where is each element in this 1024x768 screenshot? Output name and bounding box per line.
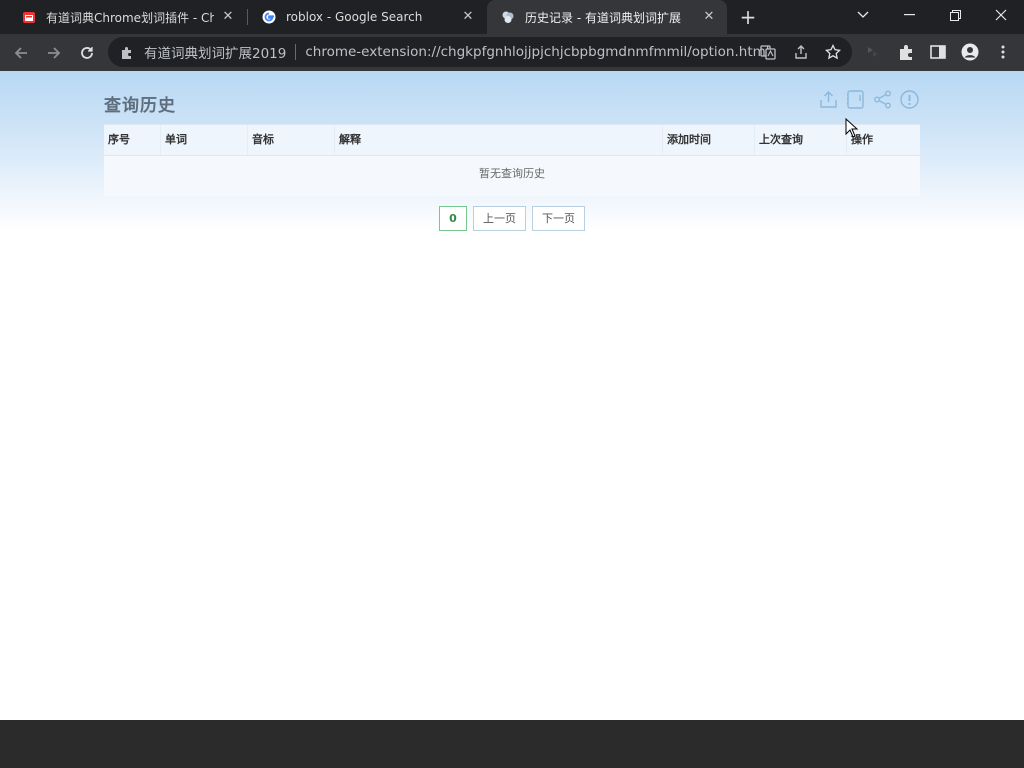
info-icon[interactable] — [899, 89, 920, 110]
column-header-phonetic: 音标 — [248, 125, 335, 155]
export-upload-icon[interactable] — [818, 89, 839, 110]
next-page-button[interactable]: 下一页 — [532, 206, 585, 231]
tab-strip: 有道词典Chrome划词插件 - Chro ✕ roblox - Google … — [0, 0, 1024, 34]
column-header-added-time: 添加时间 — [663, 125, 755, 155]
mouse-cursor-icon — [845, 117, 859, 138]
forward-arrow-icon[interactable] — [41, 40, 67, 66]
side-panel-icon[interactable] — [929, 43, 947, 61]
tab-close-icon[interactable]: ✕ — [701, 9, 717, 25]
url-text[interactable]: chrome-extension://chgkpfgnhlojjpjchjcbp… — [305, 44, 769, 60]
extension-puzzle-icon — [120, 45, 134, 59]
tab-close-icon[interactable]: ✕ — [460, 9, 476, 25]
extension-favicon-icon — [501, 10, 515, 24]
youdao-extension-icon[interactable] — [864, 43, 882, 61]
profile-avatar-icon[interactable] — [961, 43, 979, 61]
bookmark-star-icon[interactable] — [824, 43, 842, 60]
tab-youdao-plugin[interactable]: 有道词典Chrome划词插件 - Chro ✕ — [8, 0, 246, 34]
site-name: 有道词典划词扩展2019 — [144, 46, 287, 62]
column-header-index: 序号 — [104, 125, 161, 155]
share-nodes-icon[interactable] — [872, 89, 893, 110]
google-favicon-icon — [262, 10, 276, 24]
pagination: 0 上一页 下一页 — [439, 206, 585, 231]
tab-search-chevron-icon[interactable] — [840, 0, 886, 30]
new-tab-plus-icon[interactable]: + — [736, 5, 760, 29]
column-header-last-query: 上次查询 — [755, 125, 847, 155]
empty-history-message: 暂无查询历史 — [104, 156, 920, 196]
restore-icon[interactable] — [932, 0, 978, 30]
tab-close-icon[interactable]: ✕ — [220, 9, 236, 25]
close-window-icon[interactable] — [978, 0, 1024, 30]
column-header-word: 单词 — [161, 125, 248, 155]
minimize-icon[interactable] — [886, 0, 932, 30]
column-header-definition: 解释 — [335, 125, 663, 155]
extensions-puzzle-icon[interactable] — [897, 43, 915, 61]
notebook-icon[interactable] — [845, 89, 866, 110]
translate-icon[interactable] — [760, 44, 776, 60]
history-table: 序号 单词 音标 解释 添加时间 上次查询 操作 暂无查询历史 — [104, 124, 920, 196]
tab-title: 有道词典Chrome划词插件 - Chro — [46, 10, 214, 25]
page-viewport: 查询历史 序号 单词 音标 解释 添加时间 上次查询 操作 暂无查询历史 0 上… — [0, 71, 1024, 720]
share-icon[interactable] — [793, 44, 809, 60]
tab-google-search[interactable]: roblox - Google Search ✕ — [248, 0, 486, 34]
tab-title: 历史记录 - 有道词典划词扩展 — [525, 10, 681, 25]
prev-page-button[interactable]: 上一页 — [473, 206, 526, 231]
current-page-indicator[interactable]: 0 — [439, 206, 467, 231]
browser-toolbar: 有道词典划词扩展2019 chrome-extension://chgkpfgn… — [0, 34, 1024, 71]
tab-title: roblox - Google Search — [286, 10, 423, 24]
youdao-favicon-icon — [22, 10, 36, 24]
page-title: 查询历史 — [104, 96, 176, 116]
address-bar[interactable]: 有道词典划词扩展2019 chrome-extension://chgkpfgn… — [108, 37, 852, 67]
reload-icon[interactable] — [74, 40, 100, 66]
kebab-menu-icon[interactable] — [994, 43, 1012, 61]
omnibox-divider — [295, 44, 297, 60]
taskbar-area — [0, 720, 1024, 768]
table-header: 序号 单词 音标 解释 添加时间 上次查询 操作 — [104, 124, 920, 156]
header-actions — [818, 89, 920, 110]
back-arrow-icon[interactable] — [8, 40, 34, 66]
tab-history-active[interactable]: 历史记录 - 有道词典划词扩展 ✕ — [487, 0, 727, 34]
